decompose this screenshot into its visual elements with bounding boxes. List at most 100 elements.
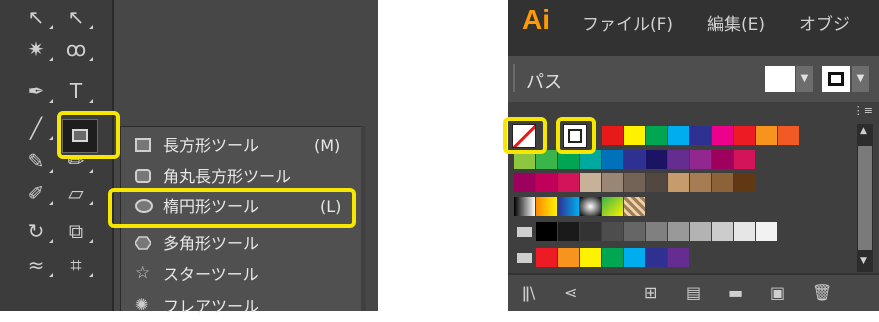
magic-wand-tool[interactable]: ✷ bbox=[18, 34, 54, 64]
color-swatch[interactable] bbox=[778, 126, 799, 145]
color-swatch[interactable] bbox=[624, 126, 645, 145]
bright-swatch[interactable] bbox=[580, 248, 601, 267]
direct-selection-tool[interactable]: ↖ bbox=[58, 2, 94, 32]
color-swatch[interactable] bbox=[712, 173, 733, 192]
gradient-pattern-swatch[interactable] bbox=[558, 197, 579, 216]
flyout-item-rectangle[interactable]: 長方形ツール (M) bbox=[121, 130, 361, 161]
gradient-pattern-swatch[interactable] bbox=[514, 197, 535, 216]
rectangle-icon bbox=[135, 138, 151, 152]
gray-swatch[interactable] bbox=[646, 222, 667, 241]
gray-swatch[interactable] bbox=[690, 222, 711, 241]
rotate-tool[interactable]: ↻ bbox=[18, 216, 54, 246]
bright-swatch[interactable] bbox=[624, 248, 645, 267]
color-swatch[interactable] bbox=[514, 173, 535, 192]
swatches-bottom-bar: ǁ\ ⋖ ⊞ ▤ ▬ ▣ 🗑 bbox=[508, 275, 879, 311]
menu-label: フレアツール bbox=[163, 297, 260, 316]
gray-swatch[interactable] bbox=[734, 222, 755, 241]
swatch-options-icon[interactable]: ⊞ bbox=[644, 283, 657, 302]
color-swatch[interactable] bbox=[668, 126, 689, 145]
swatch-libraries-icon[interactable]: ǁ\ bbox=[522, 283, 535, 302]
bright-swatch[interactable] bbox=[536, 248, 557, 267]
gray-swatch[interactable] bbox=[756, 222, 777, 241]
menu-label: スターツール bbox=[163, 265, 259, 284]
color-swatch[interactable] bbox=[624, 173, 645, 192]
color-swatch[interactable] bbox=[536, 173, 557, 192]
gradient-pattern-swatch[interactable] bbox=[624, 197, 645, 216]
menu-label: 多角形ツール bbox=[163, 234, 260, 253]
color-swatch[interactable] bbox=[690, 126, 711, 145]
shaper-tool[interactable]: ✐ bbox=[18, 178, 54, 208]
scale-tool[interactable]: ⧉ bbox=[58, 216, 94, 246]
flyout-item-flare[interactable]: ✺ フレアツール bbox=[121, 291, 361, 322]
color-swatch[interactable] bbox=[668, 173, 689, 192]
new-group-icon[interactable]: ▬ bbox=[728, 283, 743, 302]
gray-swatch[interactable] bbox=[536, 222, 557, 241]
highlight-ellipse-tool bbox=[108, 188, 356, 228]
folder-icon[interactable] bbox=[514, 248, 535, 267]
chevron-down-icon[interactable]: ▼ bbox=[796, 66, 813, 92]
flyout-item-star[interactable]: ☆ スターツール bbox=[121, 259, 361, 290]
gray-swatch[interactable] bbox=[580, 222, 601, 241]
app-logo: Ai bbox=[522, 4, 550, 35]
eraser-tool[interactable]: ▱ bbox=[58, 178, 94, 208]
color-swatch[interactable] bbox=[646, 150, 667, 169]
highlight-none-swatch bbox=[503, 117, 547, 154]
color-swatch[interactable] bbox=[624, 150, 645, 169]
color-swatch[interactable] bbox=[712, 126, 733, 145]
color-swatch[interactable] bbox=[690, 150, 711, 169]
color-swatch[interactable] bbox=[558, 173, 579, 192]
pen-tool[interactable]: ✒ bbox=[18, 76, 54, 106]
fill-swatch[interactable] bbox=[765, 66, 795, 92]
lasso-tool[interactable]: ꝏ bbox=[58, 34, 94, 64]
width-tool[interactable]: ≈ bbox=[18, 250, 54, 280]
color-group-icon[interactable]: ▤ bbox=[686, 283, 701, 302]
color-swatch[interactable] bbox=[580, 173, 601, 192]
selection-tool[interactable]: ↖ bbox=[18, 2, 54, 32]
bright-swatch[interactable] bbox=[602, 248, 623, 267]
gray-swatch[interactable] bbox=[558, 222, 579, 241]
gradient-pattern-swatch[interactable] bbox=[536, 197, 557, 216]
gradient-pattern-swatch[interactable] bbox=[580, 197, 601, 216]
color-swatch[interactable] bbox=[734, 173, 755, 192]
color-swatch[interactable] bbox=[734, 150, 755, 169]
trash-icon[interactable]: 🗑 bbox=[812, 283, 832, 302]
gradient-pattern-swatch[interactable] bbox=[602, 197, 623, 216]
gray-swatch[interactable] bbox=[712, 222, 733, 241]
gray-swatch[interactable] bbox=[624, 222, 645, 241]
panel-menu-icon[interactable]: ⋮≡ bbox=[853, 104, 873, 117]
color-swatch[interactable] bbox=[668, 150, 689, 169]
paintbrush-tool[interactable]: ✎ bbox=[18, 146, 54, 176]
color-swatch[interactable] bbox=[690, 173, 711, 192]
chevron-down-icon[interactable]: ▼ bbox=[852, 66, 869, 92]
color-swatch[interactable] bbox=[712, 150, 733, 169]
color-swatch[interactable] bbox=[756, 126, 777, 145]
show-kinds-icon[interactable]: ⋖ bbox=[564, 283, 577, 302]
bright-swatch[interactable] bbox=[668, 248, 689, 267]
menu-file[interactable]: ファイル(F) bbox=[582, 10, 673, 35]
scrollbar-thumb[interactable] bbox=[858, 146, 872, 250]
free-transform-tool[interactable]: ⌗ bbox=[58, 250, 94, 280]
color-swatch[interactable] bbox=[602, 150, 623, 169]
gray-swatch[interactable] bbox=[602, 222, 623, 241]
panel-grip bbox=[513, 64, 515, 92]
line-tool[interactable]: ╱ bbox=[18, 113, 54, 143]
color-swatch[interactable] bbox=[646, 173, 667, 192]
color-swatch[interactable] bbox=[602, 126, 623, 145]
swatches-scrollbar[interactable]: ▲ ▼ bbox=[857, 124, 873, 272]
gray-swatch[interactable] bbox=[668, 222, 689, 241]
stroke-swatch[interactable] bbox=[822, 66, 850, 92]
scroll-down-icon[interactable]: ▼ bbox=[860, 256, 867, 266]
scroll-up-icon[interactable]: ▲ bbox=[860, 126, 867, 136]
color-swatch[interactable] bbox=[734, 126, 755, 145]
folder-icon[interactable] bbox=[514, 222, 535, 241]
type-tool[interactable]: T bbox=[58, 76, 94, 106]
control-bar: パス ▼ ▼ bbox=[508, 56, 879, 102]
color-swatch[interactable] bbox=[602, 173, 623, 192]
menu-edit[interactable]: 編集(E) bbox=[707, 10, 765, 35]
bright-swatch[interactable] bbox=[646, 248, 667, 267]
new-swatch-icon[interactable]: ▣ bbox=[770, 283, 785, 302]
menu-object[interactable]: オブジ bbox=[799, 10, 850, 35]
bright-swatch[interactable] bbox=[558, 248, 579, 267]
flyout-item-polygon[interactable]: 多角形ツール bbox=[121, 228, 361, 259]
color-swatch[interactable] bbox=[646, 126, 667, 145]
